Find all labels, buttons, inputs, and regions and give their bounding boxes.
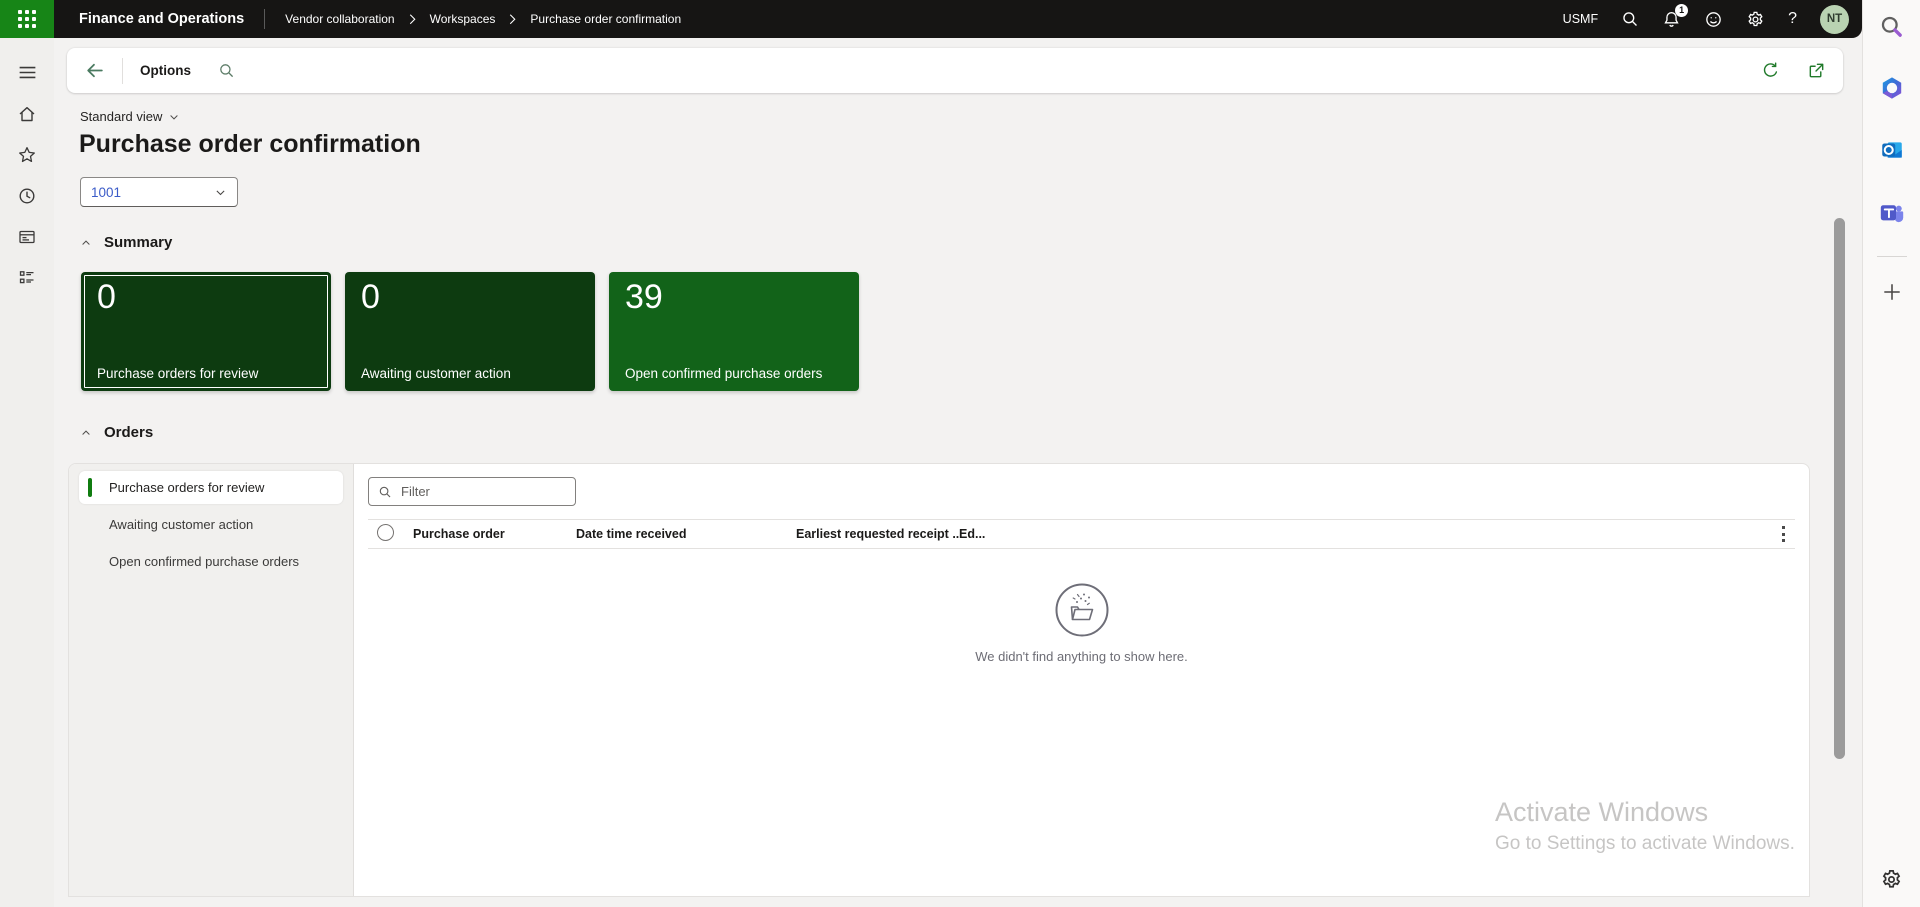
breadcrumb-vendor-collaboration[interactable]: Vendor collaboration [285, 12, 394, 26]
breadcrumb-workspaces[interactable]: Workspaces [430, 12, 496, 26]
column-ed[interactable]: Ed... [959, 527, 1771, 541]
select-all-column [377, 524, 413, 544]
chevron-right-icon [408, 13, 417, 26]
orders-tab-list: Purchase orders for review Awaiting cust… [69, 464, 354, 896]
main-content: Options Standard view Purchase order con… [54, 38, 1862, 907]
microsoft-365-icon[interactable] [1879, 75, 1905, 101]
help-icon[interactable]: ? [1788, 10, 1797, 28]
feedback-smiley-icon[interactable] [1704, 10, 1723, 29]
waffle-icon [18, 10, 36, 28]
account-avatar[interactable]: NT [1820, 5, 1849, 34]
action-bar: Options [67, 48, 1843, 93]
tile-count: 39 [625, 278, 663, 317]
empty-state: We didn't find anything to show here. [354, 582, 1809, 664]
teams-icon[interactable] [1878, 199, 1905, 226]
summary-tiles: 0 Purchase orders for review 0 Awaiting … [81, 272, 859, 391]
empty-state-message: We didn't find anything to show here. [975, 649, 1188, 664]
sidebar-settings-gear-icon[interactable] [1880, 868, 1903, 891]
column-earliest-requested-receipt[interactable]: Earliest requested receipt ... [796, 527, 959, 541]
edge-sidebar [1862, 0, 1920, 907]
sidebar-search-icon[interactable] [1879, 14, 1904, 39]
tab-open-confirmed-purchase-orders[interactable]: Open confirmed purchase orders [79, 545, 343, 578]
back-arrow-icon[interactable] [84, 60, 105, 81]
page-title: Purchase order confirmation [79, 130, 421, 159]
tab-awaiting-customer-action[interactable]: Awaiting customer action [79, 508, 343, 541]
app-title[interactable]: Finance and Operations [79, 11, 244, 27]
filter-input[interactable] [399, 483, 579, 500]
vertical-scrollbar[interactable] [1834, 218, 1845, 759]
tab-label: Open confirmed purchase orders [109, 554, 299, 569]
tab-label: Purchase orders for review [109, 480, 264, 495]
filter-input-container [368, 477, 576, 506]
orders-section-title: Orders [104, 424, 153, 441]
view-selector-label: Standard view [80, 109, 162, 124]
chevron-down-icon[interactable] [214, 186, 227, 199]
breadcrumb-purchase-order-confirmation[interactable]: Purchase order confirmation [530, 12, 681, 26]
outlook-icon[interactable] [1879, 137, 1905, 163]
menu-hamburger-icon[interactable] [17, 62, 38, 83]
tile-label: Open confirmed purchase orders [625, 366, 822, 381]
grid-header-row: Purchase order Date time received Earlie… [368, 519, 1795, 549]
tile-awaiting-customer-action[interactable]: 0 Awaiting customer action [345, 272, 595, 391]
summary-section-header[interactable]: Summary [80, 234, 172, 251]
notifications-bell-icon[interactable]: 1 [1662, 10, 1681, 29]
screen: Finance and Operations Vendor collaborat… [0, 0, 1920, 907]
modules-list-icon[interactable] [17, 268, 37, 288]
empty-folder-confetti-icon [1054, 582, 1110, 638]
topbar-divider [264, 9, 265, 29]
home-icon[interactable] [17, 104, 37, 124]
tile-label: Awaiting customer action [361, 366, 511, 381]
company-badge[interactable]: USMF [1563, 12, 1598, 26]
orders-grid-area: Purchase order Date time received Earlie… [354, 464, 1809, 896]
notification-count-badge: 1 [1675, 4, 1688, 17]
open-in-new-window-icon[interactable] [1807, 61, 1826, 80]
vendor-account-combobox[interactable]: 1001 [80, 177, 238, 207]
search-icon[interactable] [1621, 10, 1639, 28]
select-all-radio[interactable] [377, 524, 394, 541]
grid-more-options-icon[interactable] [1771, 526, 1795, 542]
tile-count: 0 [361, 278, 380, 317]
summary-section-title: Summary [104, 234, 172, 251]
add-plus-icon[interactable] [1881, 281, 1903, 303]
orders-card: Purchase orders for review Awaiting cust… [68, 463, 1810, 897]
tab-label: Awaiting customer action [109, 517, 253, 532]
chevron-up-icon [80, 427, 92, 439]
vendor-account-value: 1001 [91, 185, 214, 200]
recent-clock-icon[interactable] [17, 186, 37, 206]
chevron-down-icon [168, 111, 180, 123]
action-bar-search-icon[interactable] [218, 62, 235, 79]
breadcrumb: Vendor collaboration Workspaces Purchase… [285, 12, 681, 26]
settings-gear-icon[interactable] [1746, 10, 1765, 29]
column-purchase-order[interactable]: Purchase order [413, 527, 576, 541]
column-date-time-received[interactable]: Date time received [576, 527, 796, 541]
left-navigation-rail [0, 38, 54, 907]
top-navigation-bar: Finance and Operations Vendor collaborat… [0, 0, 1862, 38]
tile-purchase-orders-for-review[interactable]: 0 Purchase orders for review [81, 272, 331, 391]
action-bar-divider [122, 58, 123, 84]
workspaces-window-icon[interactable] [17, 227, 37, 247]
sidebar-divider [1877, 256, 1907, 257]
tile-count: 0 [97, 278, 116, 317]
view-selector[interactable]: Standard view [80, 109, 180, 124]
tile-open-confirmed-purchase-orders[interactable]: 39 Open confirmed purchase orders [609, 272, 859, 391]
tab-purchase-orders-for-review[interactable]: Purchase orders for review [79, 471, 343, 504]
orders-section-header[interactable]: Orders [80, 424, 153, 441]
app-launcher-button[interactable] [0, 0, 54, 38]
favorites-star-icon[interactable] [17, 145, 37, 165]
topbar-right-actions: USMF 1 ? NT [1563, 5, 1849, 34]
tile-label: Purchase orders for review [97, 366, 258, 381]
chevron-right-icon [508, 13, 517, 26]
chevron-up-icon [80, 237, 92, 249]
action-bar-right-icons [1761, 61, 1826, 80]
refresh-icon[interactable] [1761, 61, 1780, 80]
options-button[interactable]: Options [140, 63, 191, 78]
filter-search-icon [378, 485, 392, 499]
